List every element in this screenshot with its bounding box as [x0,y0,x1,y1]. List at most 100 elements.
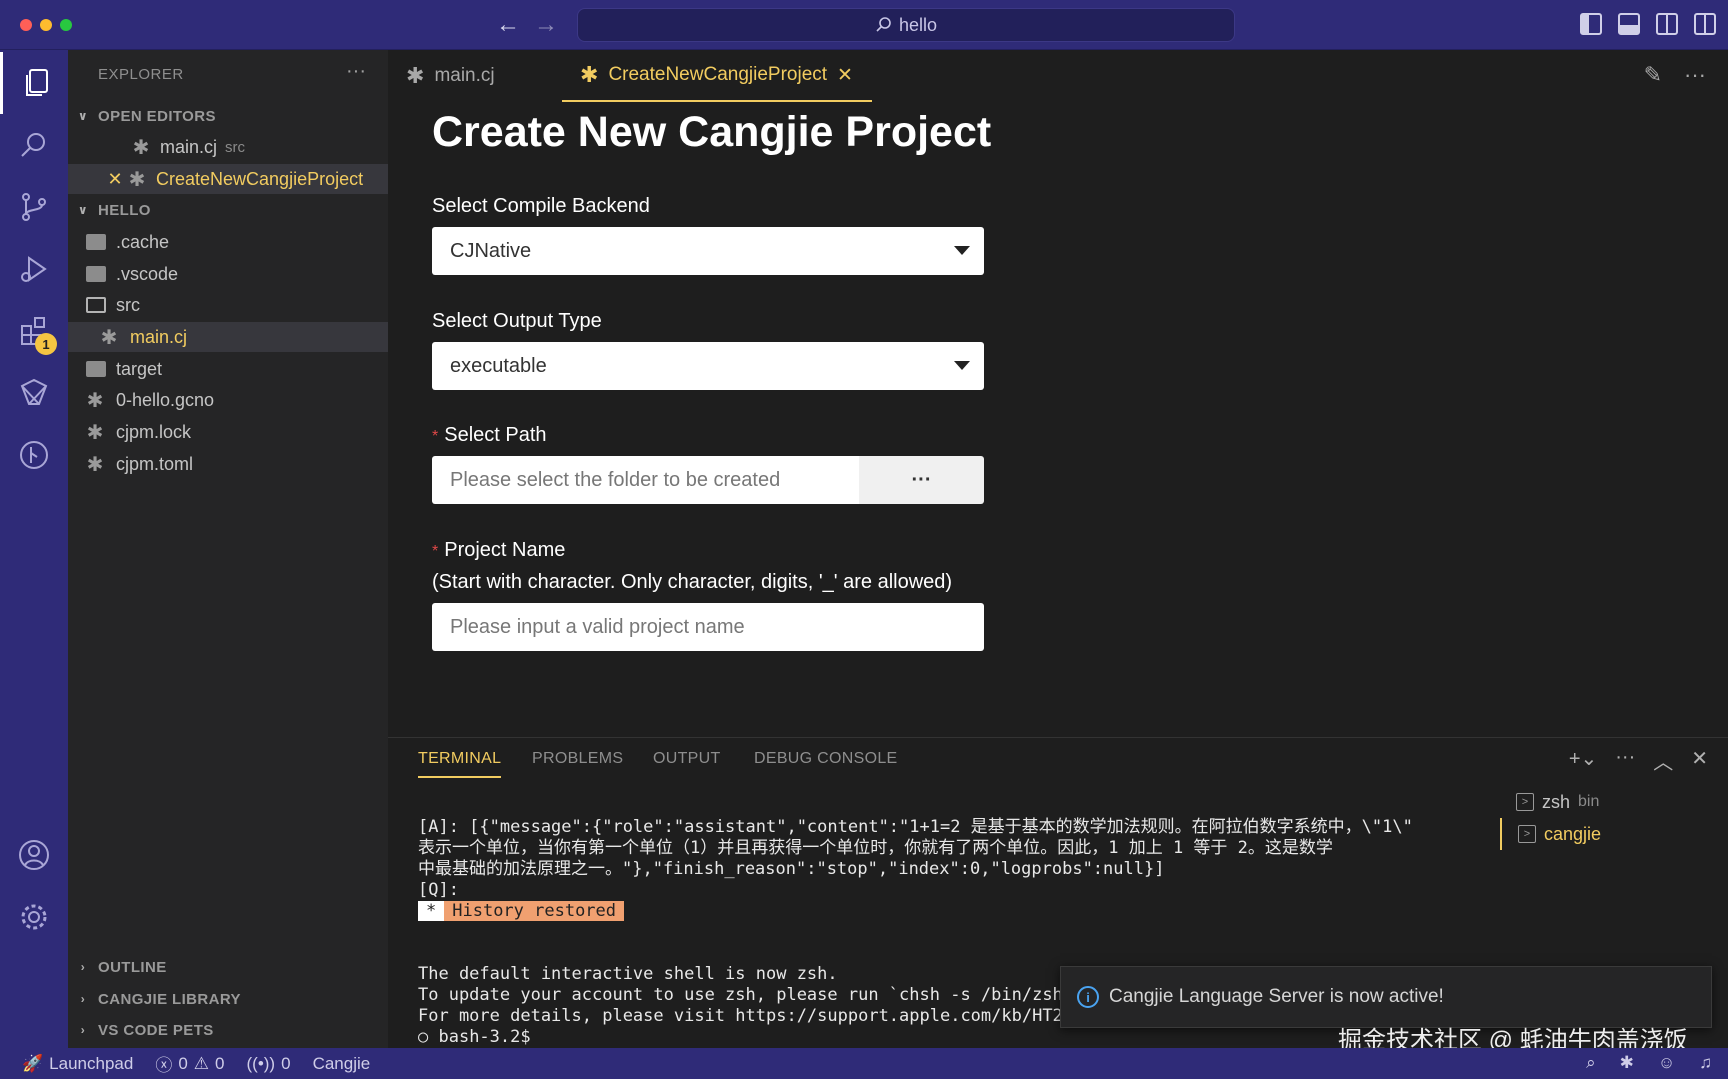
workspace-header[interactable]: ∨ HELLO [76,196,151,224]
open-editor-hint: src [225,138,246,156]
minimize-window-button[interactable] [40,19,52,31]
open-editor-item[interactable]: ✱ main.cj src [68,132,388,162]
extensions-activity[interactable]: 1 [0,300,68,362]
cangjie-file-icon: ✱ [86,421,104,444]
search-icon [876,17,891,32]
open-editors-header[interactable]: ∨ OPEN EDITORS [76,102,216,130]
terminal-line: [A]: [{"message":{"role":"assistant","co… [418,817,1413,837]
manage-activity[interactable] [0,886,68,948]
cangjie-file-icon: ✱ [86,453,104,476]
workspace-label: HELLO [98,201,151,219]
project-name-input[interactable]: Please input a valid project name [432,603,984,651]
folder-icon [86,234,106,250]
accounts-activity[interactable] [0,824,68,886]
panel-actions: +⌄ ··· ︿ ✕ [1569,746,1708,775]
copilot-icon[interactable]: ☺ [1658,1053,1675,1073]
tree-item[interactable]: ✱ cjpm.lock [68,417,388,447]
problems-status[interactable]: ⓧ 0 ⚠ 0 [155,1051,224,1076]
terminal-name: cangjie [1544,823,1602,844]
launchpad-label: Launchpad [49,1053,134,1073]
toggle-secondary-sidebar-icon[interactable] [1656,13,1678,35]
edit-pencil-icon[interactable]: ✎ [1644,62,1662,88]
language-status[interactable]: Cangjie [313,1054,371,1074]
cangjie-library-header[interactable]: › CANGJIE LIBRARY [76,985,241,1013]
compile-backend-select[interactable]: CJNative [432,227,984,275]
terminal-line: 表示一个单位，当你有第一个单位（1）并且再获得一个单位时，你就有了两个单位。因此… [418,838,1333,858]
terminal-list-item[interactable]: > zsh bin [1500,786,1728,818]
customize-layout-icon[interactable] [1694,13,1716,35]
more-actions-icon[interactable]: ··· [346,60,366,83]
tree-item[interactable]: .cache [68,227,388,257]
path-label: * Select Path [432,424,547,447]
error-count: 0 [178,1053,188,1073]
tree-item[interactable]: .vscode [68,259,388,289]
chevron-right-icon: › [80,992,86,1006]
broadcast-icon: ((•)) [246,1053,276,1073]
prompt-circle-icon: ○ [418,1027,439,1047]
tree-item[interactable]: src [68,290,388,320]
cangjie-status-icon[interactable]: ✱ [1620,1053,1634,1073]
vscode-pets-header[interactable]: › VS CODE PETS [76,1016,214,1044]
tab-main-cj[interactable]: ✱ main.cj [388,50,540,102]
back-arrow-icon[interactable]: ← [496,10,520,40]
ports-status[interactable]: ((•)) 0 [247,1054,291,1074]
terminal-line: 中最基础的加法原理之一。"},"finish_reason":"stop","i… [418,859,1165,879]
chevron-down-icon: ∨ [77,109,89,123]
tree-item-label: src [116,294,140,315]
close-window-button[interactable] [20,19,32,31]
forward-arrow-icon[interactable]: → [534,10,558,40]
tree-item[interactable]: ✱ 0-hello.gcno [68,385,388,415]
cangjie-file-icon: ✱ [100,326,118,349]
close-panel-icon[interactable]: ✕ [1691,746,1708,775]
outline-header[interactable]: › OUTLINE [76,953,167,981]
ports-count: 0 [281,1053,291,1073]
tab-debug-console[interactable]: DEBUG CONSOLE [754,750,898,778]
toggle-panel-icon[interactable] [1618,13,1640,35]
new-terminal-icon[interactable]: +⌄ [1569,746,1597,775]
tab-create-new-cangjie-project[interactable]: ✱ CreateNewCangjieProject ✕ [562,50,872,102]
tree-item-label: main.cj [130,326,188,347]
project-name-label-text: Project Name [444,539,566,561]
source-control-activity[interactable] [0,176,68,238]
close-icon[interactable]: ✕ [104,169,126,190]
bell-icon[interactable]: ♫ [1699,1053,1712,1073]
more-actions-icon[interactable]: ··· [1615,746,1635,775]
terminal-list-item-active[interactable]: > cangjie [1500,818,1728,850]
notification-toast[interactable]: i Cangjie Language Server is now active! [1060,966,1712,1028]
zoom-icon[interactable]: ⌕ [1586,1053,1596,1073]
path-input[interactable]: Please select the folder to be created [432,456,859,504]
explorer-activity[interactable] [0,52,68,114]
git-graph-activity[interactable] [0,424,68,486]
explorer-title: EXPLORER [98,66,184,83]
tree-item[interactable]: ✱ cjpm.toml [68,449,388,479]
tab-output[interactable]: OUTPUT [653,750,721,778]
output-type-select[interactable]: executable [432,342,984,390]
layout-controls [1580,13,1716,35]
open-editor-item-active[interactable]: ✕ ✱ CreateNewCangjieProject [68,164,388,194]
search-activity[interactable] [0,114,68,176]
backend-label: Select Compile Backend [432,195,650,217]
command-center-search[interactable]: hello [577,8,1235,42]
launchpad-status[interactable]: 🚀 Launchpad [22,1054,133,1074]
notification-text: Cangjie Language Server is now active! [1109,986,1444,1007]
cangjie-file-icon: ✱ [132,136,150,159]
tree-item[interactable]: target [68,354,388,384]
cangjie-activity[interactable] [0,362,68,424]
close-tab-icon[interactable]: ✕ [837,64,853,87]
run-debug-activity[interactable] [0,238,68,300]
terminal-hint: bin [1578,793,1600,810]
prompt-text: bash-3.2$ [438,1027,531,1047]
zoom-window-button[interactable] [60,19,72,31]
maximize-panel-icon[interactable]: ︿ [1653,746,1673,775]
toggle-primary-sidebar-icon[interactable] [1580,13,1602,35]
tab-terminal[interactable]: TERMINAL [418,750,502,778]
more-actions-icon[interactable]: ··· [1684,62,1706,88]
editor-area: ✱ main.cj ✱ CreateNewCangjieProject ✕ ✎ … [388,50,1728,737]
files-icon [25,69,48,96]
command-center-text: hello [898,14,938,35]
tree-item-label: cjpm.toml [116,453,194,474]
browse-folder-button[interactable]: ··· [859,456,984,504]
tree-item-selected[interactable]: ✱ main.cj [68,322,388,352]
cangjie-library-label: CANGJIE LIBRARY [98,990,241,1008]
tab-problems[interactable]: PROBLEMS [532,750,623,778]
